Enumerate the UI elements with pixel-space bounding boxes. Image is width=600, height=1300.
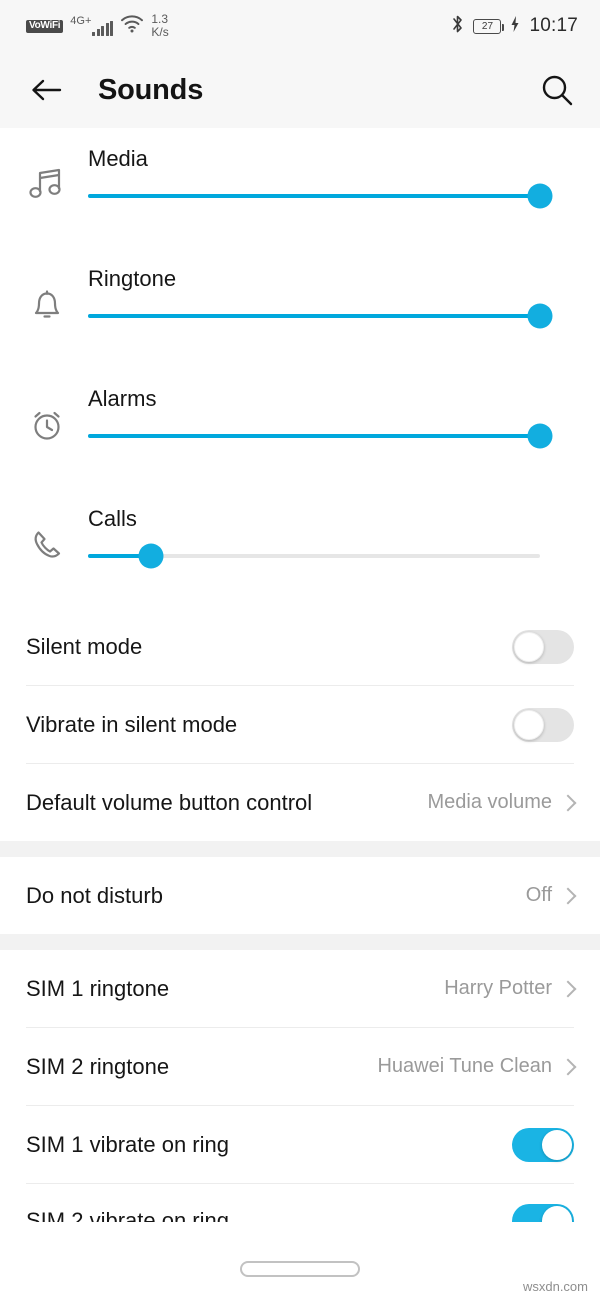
vowifi-icon: VoWiFi [26, 19, 64, 33]
row-sim-2-ringtone[interactable]: SIM 2 ringtone Huawei Tune Clean [26, 1028, 577, 1105]
alarm-clock-icon [26, 368, 88, 451]
bluetooth-icon [451, 14, 464, 39]
back-arrow-icon[interactable] [28, 75, 68, 105]
cellular-signal-icon: 4G+ [70, 15, 114, 36]
do-not-disturb-card: Do not disturb Off [0, 857, 600, 934]
row-sim-2-vibrate-on-ring[interactable]: SIM 2 vibrate on ring [26, 1184, 574, 1222]
row-label-sim-2-ringtone: SIM 2 ringtone [26, 1053, 170, 1079]
slider-row-calls[interactable]: Calls [0, 488, 600, 608]
row-value-default-volume-button-control: Media volume [427, 791, 552, 813]
battery-icon: 27 [473, 18, 505, 34]
slider-thumb-calls[interactable] [138, 543, 164, 569]
battery-percent: 27 [481, 20, 494, 32]
slider-track-calls[interactable] [88, 543, 540, 569]
slider-label-calls: Calls [88, 506, 137, 531]
toggle-knob [514, 631, 544, 662]
wifi-icon [120, 14, 144, 38]
slider-fill-alarms [88, 434, 540, 438]
phone-icon [26, 488, 88, 571]
row-label-sim-1-ringtone: SIM 1 ringtone [26, 975, 170, 1001]
toggle-knob [542, 1205, 572, 1222]
slider-track-media[interactable] [88, 183, 553, 209]
app-bar: Sounds [0, 52, 600, 128]
row-sim-2-vibrate-on-ring-clipped: SIM 2 vibrate on ring [0, 1184, 600, 1222]
slider-fill-ringtone [88, 314, 540, 318]
sound-options-card: Silent mode Vibrate in silent mode Defau… [0, 608, 600, 841]
sim-settings-card: SIM 1 ringtone Harry Potter SIM 2 ringto… [0, 950, 600, 1222]
data-rate-indicator: 1.3 K/s [151, 13, 168, 38]
row-label-sim-1-vibrate-on-ring: SIM 1 vibrate on ring [26, 1131, 229, 1157]
chevron-right-icon [559, 887, 577, 904]
slider-thumb-media[interactable] [527, 183, 553, 209]
chevron-right-icon [559, 794, 577, 811]
status-bar-right: 27 10:17 [451, 14, 578, 39]
toggle-knob [514, 709, 544, 740]
slider-track-alarms[interactable] [88, 423, 553, 449]
slider-body-alarms: Alarms [88, 368, 600, 449]
slider-label-alarms: Alarms [88, 386, 157, 411]
data-rate-unit: K/s [151, 25, 169, 39]
row-value-sim-1-ringtone: Harry Potter [444, 977, 552, 999]
toggle-silent-mode[interactable] [512, 629, 574, 664]
search-icon[interactable] [538, 71, 576, 109]
row-label-vibrate-in-silent-mode: Vibrate in silent mode [26, 711, 238, 737]
row-value-do-not-disturb: Off [525, 884, 552, 906]
row-vibrate-in-silent-mode[interactable]: Vibrate in silent mode [26, 686, 574, 763]
row-do-not-disturb[interactable]: Do not disturb Off [26, 857, 577, 934]
charging-bolt-icon [510, 15, 520, 38]
slider-row-ringtone[interactable]: Ringtone [0, 248, 600, 368]
slider-label-media: Media [88, 146, 148, 171]
slider-thumb-ringtone[interactable] [527, 303, 553, 329]
watermark: wsxdn.com [522, 1279, 588, 1294]
toggle-sim-2-vibrate-on-ring[interactable] [512, 1203, 574, 1222]
slider-thumb-alarms[interactable] [527, 423, 553, 449]
group-separator [0, 934, 600, 950]
slider-fill-media [88, 194, 540, 198]
row-label-default-volume-button-control: Default volume button control [26, 789, 313, 815]
slider-body-media: Media [88, 128, 600, 209]
home-pill[interactable] [240, 1261, 360, 1277]
row-label-silent-mode: Silent mode [26, 633, 143, 659]
status-bar-left: VoWiFi 4G+ 1.3 K/s [26, 13, 169, 38]
phone-screen: VoWiFi 4G+ 1.3 K/s 27 10:17 Sounds Media… [0, 0, 600, 1300]
slider-track-ringtone[interactable] [88, 303, 553, 329]
clock: 10:17 [529, 15, 578, 36]
toggle-sim-1-vibrate-on-ring[interactable] [512, 1127, 574, 1162]
row-value-sim-2-ringtone: Huawei Tune Clean [377, 1055, 552, 1077]
chevron-right-icon [559, 1058, 577, 1075]
toggle-knob [542, 1129, 572, 1160]
toggle-vibrate-in-silent-mode[interactable] [512, 707, 574, 742]
row-silent-mode[interactable]: Silent mode [26, 608, 574, 685]
slider-body-calls: Calls [88, 488, 600, 569]
slider-label-ringtone: Ringtone [88, 266, 177, 291]
slider-body-ringtone: Ringtone [88, 248, 600, 329]
row-label-do-not-disturb: Do not disturb [26, 882, 163, 908]
chevron-right-icon [559, 980, 577, 997]
group-separator [0, 841, 600, 857]
status-bar: VoWiFi 4G+ 1.3 K/s 27 10:17 [0, 0, 600, 52]
slider-row-alarms[interactable]: Alarms [0, 368, 600, 488]
volume-sliders-card: Media Ringtone Alarms Calls [0, 128, 600, 608]
row-sim-1-vibrate-on-ring[interactable]: SIM 1 vibrate on ring [26, 1106, 574, 1183]
navigation-bar [0, 1238, 600, 1300]
music-note-icon [26, 128, 88, 211]
row-sim-1-ringtone[interactable]: SIM 1 ringtone Harry Potter [26, 950, 577, 1027]
network-type-label: 4G+ [70, 15, 92, 27]
page-title: Sounds [98, 73, 204, 106]
row-default-volume-button-control[interactable]: Default volume button control Media volu… [26, 764, 577, 841]
bell-icon [26, 248, 88, 331]
slider-row-media[interactable]: Media [0, 128, 600, 248]
row-label-sim-2-vibrate-on-ring: SIM 2 vibrate on ring [26, 1207, 229, 1223]
signal-bars-icon [92, 21, 114, 36]
